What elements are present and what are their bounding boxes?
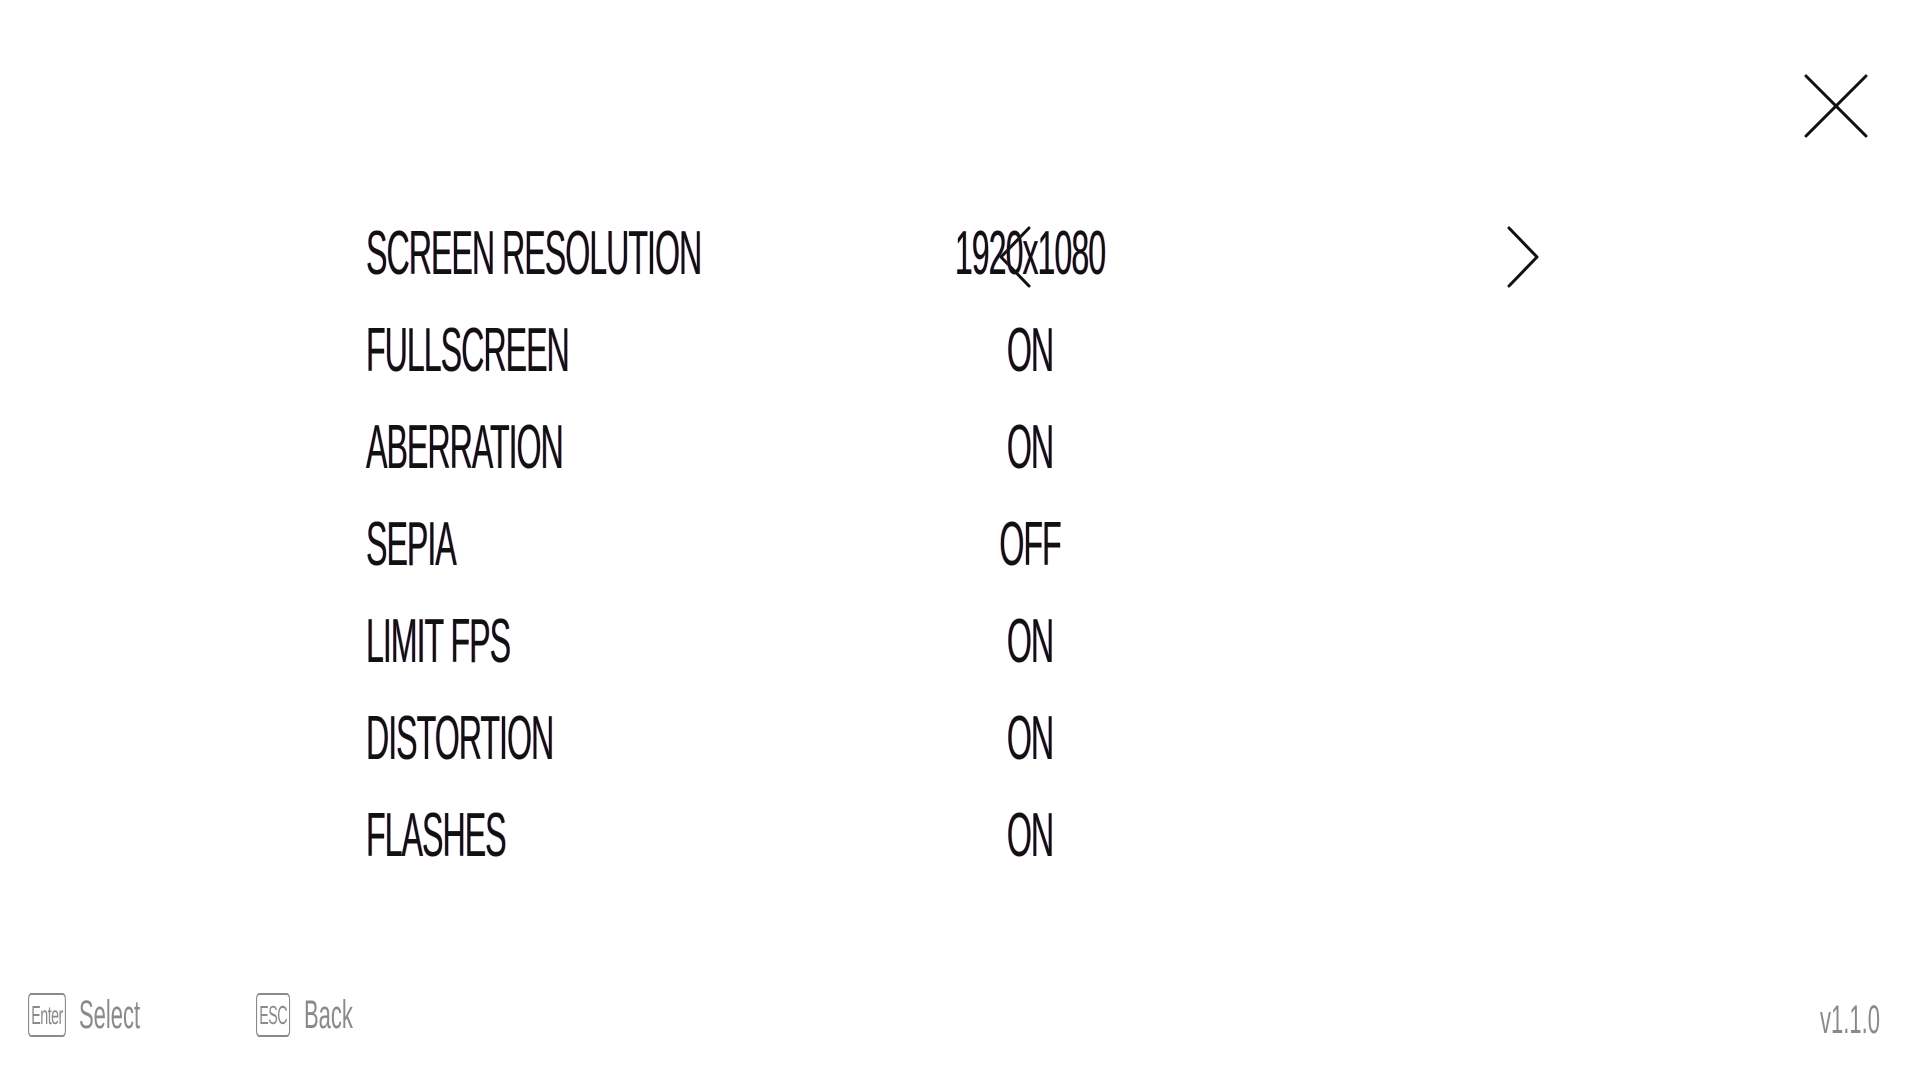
select-label: Select: [79, 992, 141, 1037]
setting-value: ON: [1006, 607, 1054, 676]
close-button[interactable]: [1800, 70, 1872, 142]
setting-value: ON: [1006, 704, 1054, 773]
settings-screen: SCREEN RESOLUTION 1920x1080 FULLSCREEN O…: [0, 0, 1920, 1080]
resolution-next-button[interactable]: [1503, 224, 1543, 290]
back-label: Back: [304, 992, 354, 1037]
setting-value: ON: [1006, 801, 1054, 870]
setting-value: 1920x1080: [954, 219, 1106, 288]
esc-key-icon: ESC: [256, 993, 291, 1037]
chevron-right-icon: [1507, 226, 1539, 288]
back-hint[interactable]: ESC Back: [256, 993, 393, 1038]
setting-label: LIMIT FPS: [366, 607, 511, 676]
setting-row-limit-fps[interactable]: LIMIT FPS ON: [360, 598, 1560, 695]
setting-value: OFF: [999, 510, 1061, 579]
setting-row-distortion[interactable]: DISTORTION ON: [360, 695, 1560, 792]
setting-label: FLASHES: [366, 801, 507, 870]
setting-label: SEPIA: [366, 510, 457, 579]
settings-list: SCREEN RESOLUTION 1920x1080 FULLSCREEN O…: [360, 210, 1560, 889]
setting-label: FULLSCREEN: [366, 316, 570, 385]
setting-label: SCREEN RESOLUTION: [366, 219, 702, 288]
footer-hints: Enter Select ESC Back: [28, 990, 393, 1040]
setting-row-sepia[interactable]: SEPIA OFF: [360, 501, 1560, 598]
setting-row-flashes[interactable]: FLASHES ON: [360, 792, 1560, 889]
setting-row-aberration[interactable]: ABERRATION ON: [360, 404, 1560, 501]
setting-value: ON: [1006, 316, 1054, 385]
setting-value: ON: [1006, 413, 1054, 482]
setting-row-screen-resolution[interactable]: SCREEN RESOLUTION 1920x1080: [360, 210, 1560, 307]
setting-row-fullscreen[interactable]: FULLSCREEN ON: [360, 307, 1560, 404]
version-label: v1.1.0: [1820, 998, 1880, 1042]
enter-key-icon: Enter: [28, 993, 67, 1037]
setting-label: DISTORTION: [366, 704, 554, 773]
setting-label: ABERRATION: [366, 413, 564, 482]
close-icon: [1804, 74, 1868, 138]
select-hint[interactable]: Enter Select: [28, 993, 238, 1038]
